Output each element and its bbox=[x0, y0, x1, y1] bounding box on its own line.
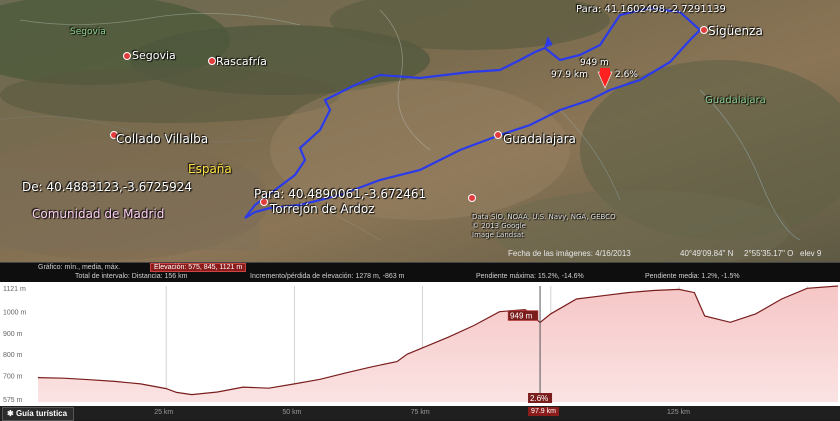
torrejon-label: Torrejón de Ardoz bbox=[270, 202, 375, 216]
max-slope: Pendiente máxima: 15.2%, -14.6% bbox=[476, 273, 584, 280]
guadalajara-pin[interactable] bbox=[494, 131, 502, 139]
elevation-profile[interactable]: 1121 m 1000 m 900 m 800 m 700 m 575 m 949 m 2… bbox=[0, 282, 840, 406]
cursor-elev-badge: 949 m bbox=[507, 310, 539, 321]
map-status-bar: Fecha de las imágenes: 4/16/2013 40°49'0… bbox=[0, 248, 840, 262]
bottom-bar: ✱ Guía turística 25 km 50 km 75 km 97.9 km 1… bbox=[0, 406, 840, 421]
segovia-label: Segovia bbox=[132, 49, 176, 62]
y-tick-label: 575 m bbox=[3, 397, 23, 404]
rascafria-label: Rascafría bbox=[216, 55, 267, 68]
x-tick-label: 125 km bbox=[667, 409, 690, 416]
map-imagery bbox=[0, 0, 840, 262]
y-tick-label: 900 m bbox=[3, 331, 23, 338]
elevation-stats[interactable]: Elevación: 575, 845, 1121 m bbox=[150, 263, 247, 272]
tour-guide-label: Guía turística bbox=[15, 409, 68, 418]
chart-minmax-label: Gráfico: mín., media, máx. bbox=[38, 264, 121, 271]
comunidad-madrid-label: Comunidad de Madrid bbox=[32, 207, 165, 221]
y-tick-label: 800 m bbox=[3, 352, 23, 359]
guadalajara-label: Guadalajara bbox=[503, 132, 576, 146]
elevation-gain-loss: Incremento/pérdida de elevación: 1278 m,… bbox=[250, 273, 405, 280]
small-town-pin[interactable] bbox=[468, 194, 476, 202]
end-para-label: Para: 41.1602498,-2.7291139 bbox=[576, 4, 726, 15]
attribution-line-2: © 2013 Google bbox=[472, 222, 526, 230]
rascafria-pin[interactable] bbox=[208, 57, 216, 65]
status-elevation: elev 9 bbox=[800, 249, 822, 258]
x-tick-label: 25 km bbox=[154, 409, 174, 416]
svg-text:949 m: 949 m bbox=[510, 312, 533, 321]
attribution-line-3: Image Landsat bbox=[472, 231, 524, 239]
marker-km-label: 97.9 km bbox=[551, 70, 588, 80]
segovia-pin[interactable] bbox=[123, 52, 131, 60]
tour-icon: ✱ bbox=[7, 409, 14, 418]
svg-text:2.6%: 2.6% bbox=[530, 394, 548, 403]
y-tick-label: 1121 m bbox=[3, 286, 26, 293]
marker-elev-label: 949 m bbox=[580, 58, 609, 68]
x-tick-label: 75 km bbox=[410, 409, 430, 416]
siguenza-pin[interactable] bbox=[700, 26, 708, 34]
elevation-profile-chart[interactable]: 1121 m 1000 m 900 m 800 m 700 m 575 m 949 m 2… bbox=[0, 282, 840, 406]
guadalajara-region-label: Guadalajara bbox=[705, 95, 766, 106]
collado-villalba-label: Collado Villalba bbox=[116, 132, 209, 146]
status-longitude: 2°55'35.17" O bbox=[744, 249, 794, 258]
cursor-pct-badge: 2.6% bbox=[528, 393, 553, 403]
imagery-date: Fecha de las imágenes: 4/16/2013 bbox=[508, 249, 631, 258]
attribution-line-1: Data SIO, NOAA, U.S. Navy, NGA, GEBCO bbox=[472, 213, 616, 221]
interval-total: Total de intervalo: Distancia: 156 km bbox=[75, 273, 188, 280]
siguenza-label: Sigüenza bbox=[708, 24, 763, 38]
marker-pct-label: 2.6% bbox=[615, 70, 638, 80]
segovia-region-label: Segovia bbox=[70, 27, 106, 37]
elevation-info-bar: Gráfico: mín., media, máx. Elevación: 57… bbox=[0, 262, 840, 283]
status-latitude: 40°49'09.84" N bbox=[680, 249, 734, 258]
elevation-area bbox=[38, 286, 838, 402]
y-tick-label: 700 m bbox=[3, 373, 23, 380]
espana-label: España bbox=[188, 162, 232, 176]
tour-guide-button[interactable]: ✱ Guía turística bbox=[2, 407, 75, 421]
x-tick-label: 50 km bbox=[282, 409, 302, 416]
satellite-map[interactable]: Segovia Segovia Rascafría Sigüenza Guada… bbox=[0, 0, 840, 262]
y-tick-label: 1000 m bbox=[3, 310, 27, 317]
start-para-label: Para: 40.4890061,-3.672461 bbox=[254, 187, 427, 201]
avg-slope: Pendiente media: 1.2%, -1.5% bbox=[645, 273, 740, 280]
x-tick-cursor-label: 97.9 km bbox=[528, 407, 559, 416]
start-coords-label: De: 40.4883123,-3.6725924 bbox=[22, 180, 193, 194]
